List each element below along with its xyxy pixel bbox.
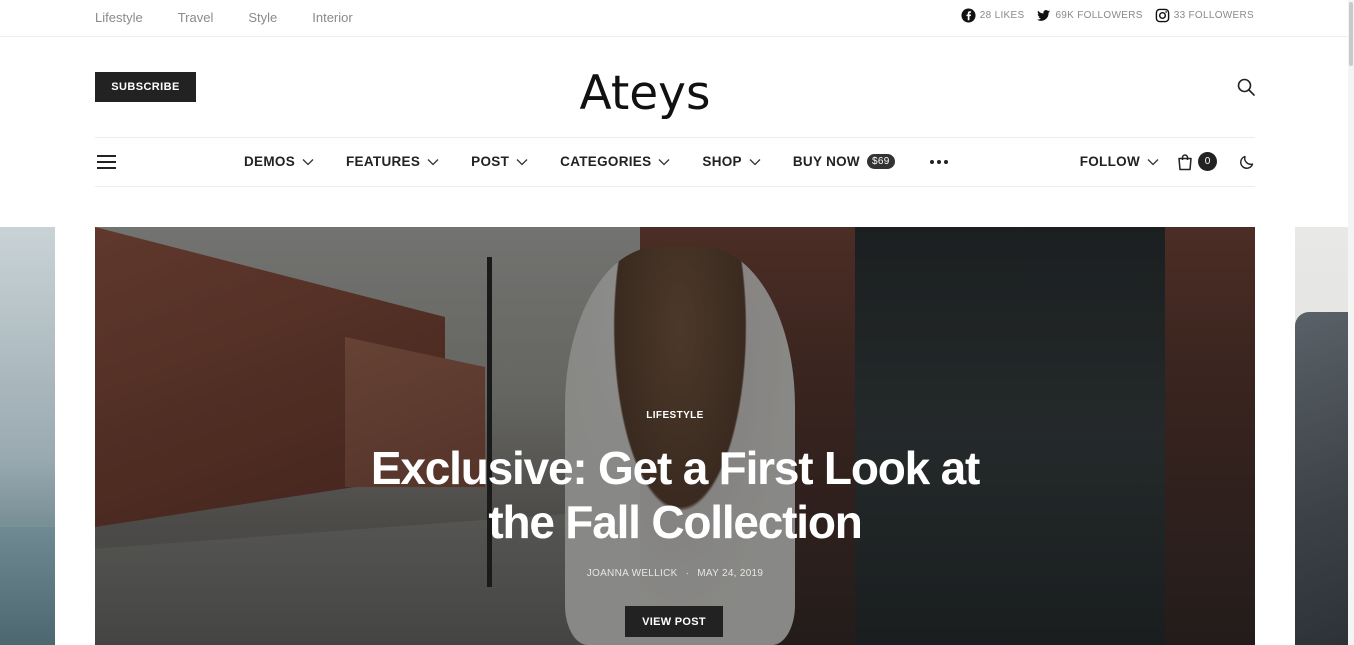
nav-item-label: POST — [471, 154, 510, 169]
hamburger-menu-icon[interactable] — [97, 155, 116, 170]
hero-title[interactable]: Exclusive: Get a First Look at the Fall … — [365, 441, 985, 549]
cart-button[interactable]: 0 — [1177, 152, 1217, 171]
hero-author[interactable]: JOANNA WELLICK — [587, 568, 678, 579]
twitter-count: 69K FOLLOWERS — [1055, 10, 1143, 21]
main-nav: DEMOS FEATURES POST CATEGORIES SHOP BUY … — [95, 137, 1255, 187]
site-logo[interactable]: Ateys — [0, 66, 1290, 121]
social-counters: 28 LIKES 69K FOLLOWERS 33 FOLLOWERS — [949, 8, 1254, 23]
more-dots-icon[interactable] — [929, 159, 948, 164]
chevron-down-icon — [1147, 158, 1159, 165]
facebook-icon — [961, 8, 976, 23]
search-icon[interactable] — [1236, 77, 1256, 97]
top-link-style[interactable]: Style — [248, 10, 277, 25]
price-badge: $69 — [866, 154, 895, 169]
nav-right: FOLLOW 0 — [1080, 152, 1255, 171]
nav-item-shop[interactable]: SHOP — [702, 154, 761, 169]
nav-item-categories[interactable]: CATEGORIES — [560, 154, 670, 169]
hero-slide: LIFESTYLE Exclusive: Get a First Look at… — [95, 227, 1255, 645]
follow-label: FOLLOW — [1079, 154, 1140, 169]
instagram-count: 33 FOLLOWERS — [1173, 10, 1254, 21]
nav-item-buy-now[interactable]: BUY NOW $69 — [793, 154, 895, 169]
chevron-down-icon — [658, 158, 670, 165]
nav-item-label: BUY NOW — [792, 154, 860, 169]
top-link-lifestyle[interactable]: Lifestyle — [95, 10, 143, 25]
hero-meta: JOANNA WELLICK · MAY 24, 2019 — [95, 568, 1255, 579]
nav-item-post[interactable]: POST — [471, 154, 528, 169]
chevron-down-icon — [302, 158, 314, 165]
social-instagram[interactable]: 33 FOLLOWERS — [1155, 8, 1254, 23]
nav-item-features[interactable]: FEATURES — [346, 154, 439, 169]
shopping-bag-icon — [1178, 153, 1192, 170]
chevron-down-icon — [427, 158, 439, 165]
nav-item-demos[interactable]: DEMOS — [244, 154, 314, 169]
chevron-down-icon — [749, 158, 761, 165]
meta-separator: · — [685, 568, 690, 579]
chevron-down-icon — [516, 158, 528, 165]
nav-item-label: FEATURES — [346, 154, 421, 169]
top-link-travel[interactable]: Travel — [178, 10, 214, 25]
top-bar: Lifestyle Travel Style Interior 28 LIKES… — [0, 0, 1354, 37]
facebook-count: 28 LIKES — [979, 10, 1025, 21]
instagram-icon — [1155, 8, 1169, 23]
nav-item-label: DEMOS — [244, 154, 296, 169]
social-twitter[interactable]: 69K FOLLOWERS — [1036, 8, 1142, 23]
top-link-interior[interactable]: Interior — [312, 10, 352, 25]
nav-item-label: CATEGORIES — [560, 154, 652, 169]
hero-category[interactable]: LIFESTYLE — [95, 410, 1255, 421]
scrollbar-thumb[interactable] — [1349, 2, 1353, 66]
slider-next-preview[interactable] — [1295, 227, 1348, 645]
hero-date: MAY 24, 2019 — [697, 568, 764, 579]
hero-content: LIFESTYLE Exclusive: Get a First Look at… — [95, 227, 1255, 645]
nav-menu: DEMOS FEATURES POST CATEGORIES SHOP BUY … — [244, 154, 948, 169]
cart-count-badge: 0 — [1198, 152, 1217, 171]
top-links: Lifestyle Travel Style Interior — [95, 10, 388, 25]
page-scrollbar[interactable] — [1348, 0, 1354, 645]
nav-item-label: SHOP — [702, 154, 742, 169]
slider-prev-preview[interactable] — [0, 227, 55, 645]
dark-mode-moon-icon[interactable] — [1239, 154, 1255, 170]
social-facebook[interactable]: 28 LIKES — [961, 8, 1025, 23]
follow-dropdown[interactable]: FOLLOW — [1080, 154, 1159, 169]
view-post-button[interactable]: VIEW POST — [625, 606, 723, 637]
twitter-icon — [1037, 10, 1051, 21]
